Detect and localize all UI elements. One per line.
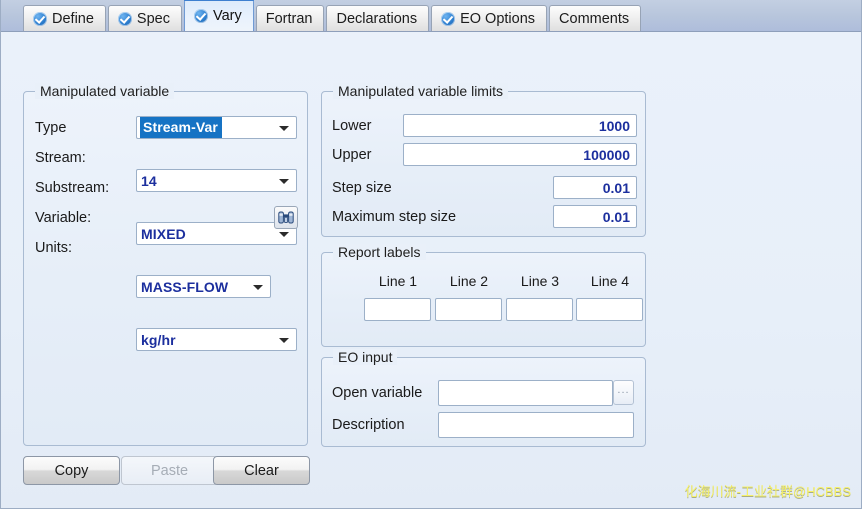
lower-input[interactable]: 1000 [403, 114, 637, 137]
report-column-header-4: Line 4 [574, 273, 646, 289]
tab-label: Comments [559, 11, 629, 27]
tab-bar: Define Spec Vary Fortran Declarations EO… [1, 0, 861, 32]
field-row-substream: Substream: [35, 176, 109, 200]
field-row-units: Units: [35, 236, 72, 260]
clear-button-label: Clear [244, 463, 279, 479]
report-label-input-3[interactable] [506, 298, 573, 321]
chevron-down-icon [279, 126, 289, 131]
tab-eo-options[interactable]: EO Options [431, 5, 547, 31]
field-row-upper: Upper [332, 143, 372, 167]
field-row-description: Description [332, 413, 405, 437]
units-combobox[interactable]: kg/hr [136, 328, 297, 351]
report-column-header-2: Line 2 [433, 273, 505, 289]
manipulated-variable-limits-group: Manipulated variable limits Lower 1000 U… [321, 91, 646, 237]
upper-label: Upper [332, 147, 372, 163]
substream-combobox[interactable]: MIXED [136, 222, 297, 245]
field-row-type: Type [35, 116, 66, 140]
description-label: Description [332, 417, 405, 433]
watermark-text: 化海川流-工业社群@HCBBS [685, 481, 851, 500]
stream-combobox[interactable]: 14 [136, 169, 297, 192]
open-variable-browse-button[interactable]: ... [613, 380, 634, 405]
units-label: Units: [35, 240, 72, 256]
field-row-open-variable: Open variable [332, 381, 422, 405]
lower-label: Lower [332, 118, 372, 134]
report-label-input-2[interactable] [435, 298, 502, 321]
field-row-lower: Lower [332, 114, 372, 138]
report-labels-group: Report labels Line 1 Line 2 Line 3 Line … [321, 252, 646, 347]
group-legend: Manipulated variable [35, 83, 174, 99]
chevron-down-icon [279, 179, 289, 184]
report-column-header-1: Line 1 [362, 273, 434, 289]
open-variable-input[interactable] [438, 380, 613, 406]
tab-label: Declarations [336, 11, 417, 27]
chevron-down-icon [279, 232, 289, 237]
tab-comments[interactable]: Comments [549, 5, 641, 31]
group-legend: Manipulated variable limits [333, 83, 508, 99]
variable-find-button[interactable] [274, 206, 298, 229]
tab-label: Spec [137, 11, 170, 27]
step-size-label: Step size [332, 180, 392, 196]
tab-declarations[interactable]: Declarations [326, 5, 429, 31]
tab-spec[interactable]: Spec [108, 5, 182, 31]
tab-content-vary: Manipulated variable Type Stream-Var Str… [1, 32, 861, 508]
stream-label: Stream: [35, 150, 86, 166]
vary-dialog: Define Spec Vary Fortran Declarations EO… [0, 0, 862, 509]
units-value: kg/hr [141, 333, 176, 347]
field-row-step-size: Step size [332, 176, 392, 200]
lower-value: 1000 [599, 118, 630, 134]
substream-value: MIXED [141, 227, 186, 241]
chevron-down-icon [253, 285, 263, 290]
variable-combobox[interactable]: MASS-FLOW [136, 275, 271, 298]
tab-label: Fortran [266, 11, 313, 27]
group-legend: Report labels [333, 244, 426, 260]
tab-vary[interactable]: Vary [184, 0, 254, 31]
type-combobox[interactable]: Stream-Var [136, 116, 297, 139]
tab-fortran[interactable]: Fortran [256, 5, 325, 31]
clear-button[interactable]: Clear [213, 456, 310, 485]
field-row-variable: Variable: [35, 206, 91, 230]
ellipsis-icon: ... [617, 387, 629, 393]
max-step-size-label: Maximum step size [332, 209, 456, 225]
upper-value: 100000 [583, 147, 630, 163]
type-label: Type [35, 120, 66, 136]
group-legend: EO input [333, 349, 397, 365]
stream-value: 14 [141, 174, 157, 188]
tab-label: Define [52, 11, 94, 27]
field-row-stream: Stream: [35, 146, 86, 170]
report-label-input-1[interactable] [364, 298, 431, 321]
paste-button-label: Paste [151, 463, 188, 479]
report-label-input-4[interactable] [576, 298, 643, 321]
upper-input[interactable]: 100000 [403, 143, 637, 166]
binoculars-icon [278, 211, 294, 224]
field-row-max-step-size: Maximum step size [332, 205, 456, 229]
open-variable-label: Open variable [332, 385, 422, 401]
chevron-down-icon [279, 338, 289, 343]
variable-label: Variable: [35, 210, 91, 226]
eo-input-group: EO input Open variable ... Description [321, 357, 646, 447]
report-column-header-3: Line 3 [504, 273, 576, 289]
step-size-input[interactable]: 0.01 [553, 176, 637, 199]
tab-label: Vary [213, 8, 242, 24]
substream-label: Substream: [35, 180, 109, 196]
copy-button-label: Copy [55, 463, 89, 479]
variable-value: MASS-FLOW [141, 280, 228, 294]
copy-button[interactable]: Copy [23, 456, 120, 485]
max-step-size-input[interactable]: 0.01 [553, 205, 637, 228]
description-input[interactable] [438, 412, 634, 438]
tab-label: EO Options [460, 11, 535, 27]
check-circle-icon [33, 12, 47, 26]
step-size-value: 0.01 [603, 180, 630, 196]
type-value: Stream-Var [140, 117, 222, 138]
check-circle-icon [441, 12, 455, 26]
max-step-size-value: 0.01 [603, 209, 630, 225]
tab-define[interactable]: Define [23, 5, 106, 31]
check-circle-icon [118, 12, 132, 26]
manipulated-variable-group: Manipulated variable Type Stream-Var Str… [23, 91, 308, 446]
check-circle-icon [194, 9, 208, 23]
paste-button[interactable]: Paste [121, 456, 218, 485]
